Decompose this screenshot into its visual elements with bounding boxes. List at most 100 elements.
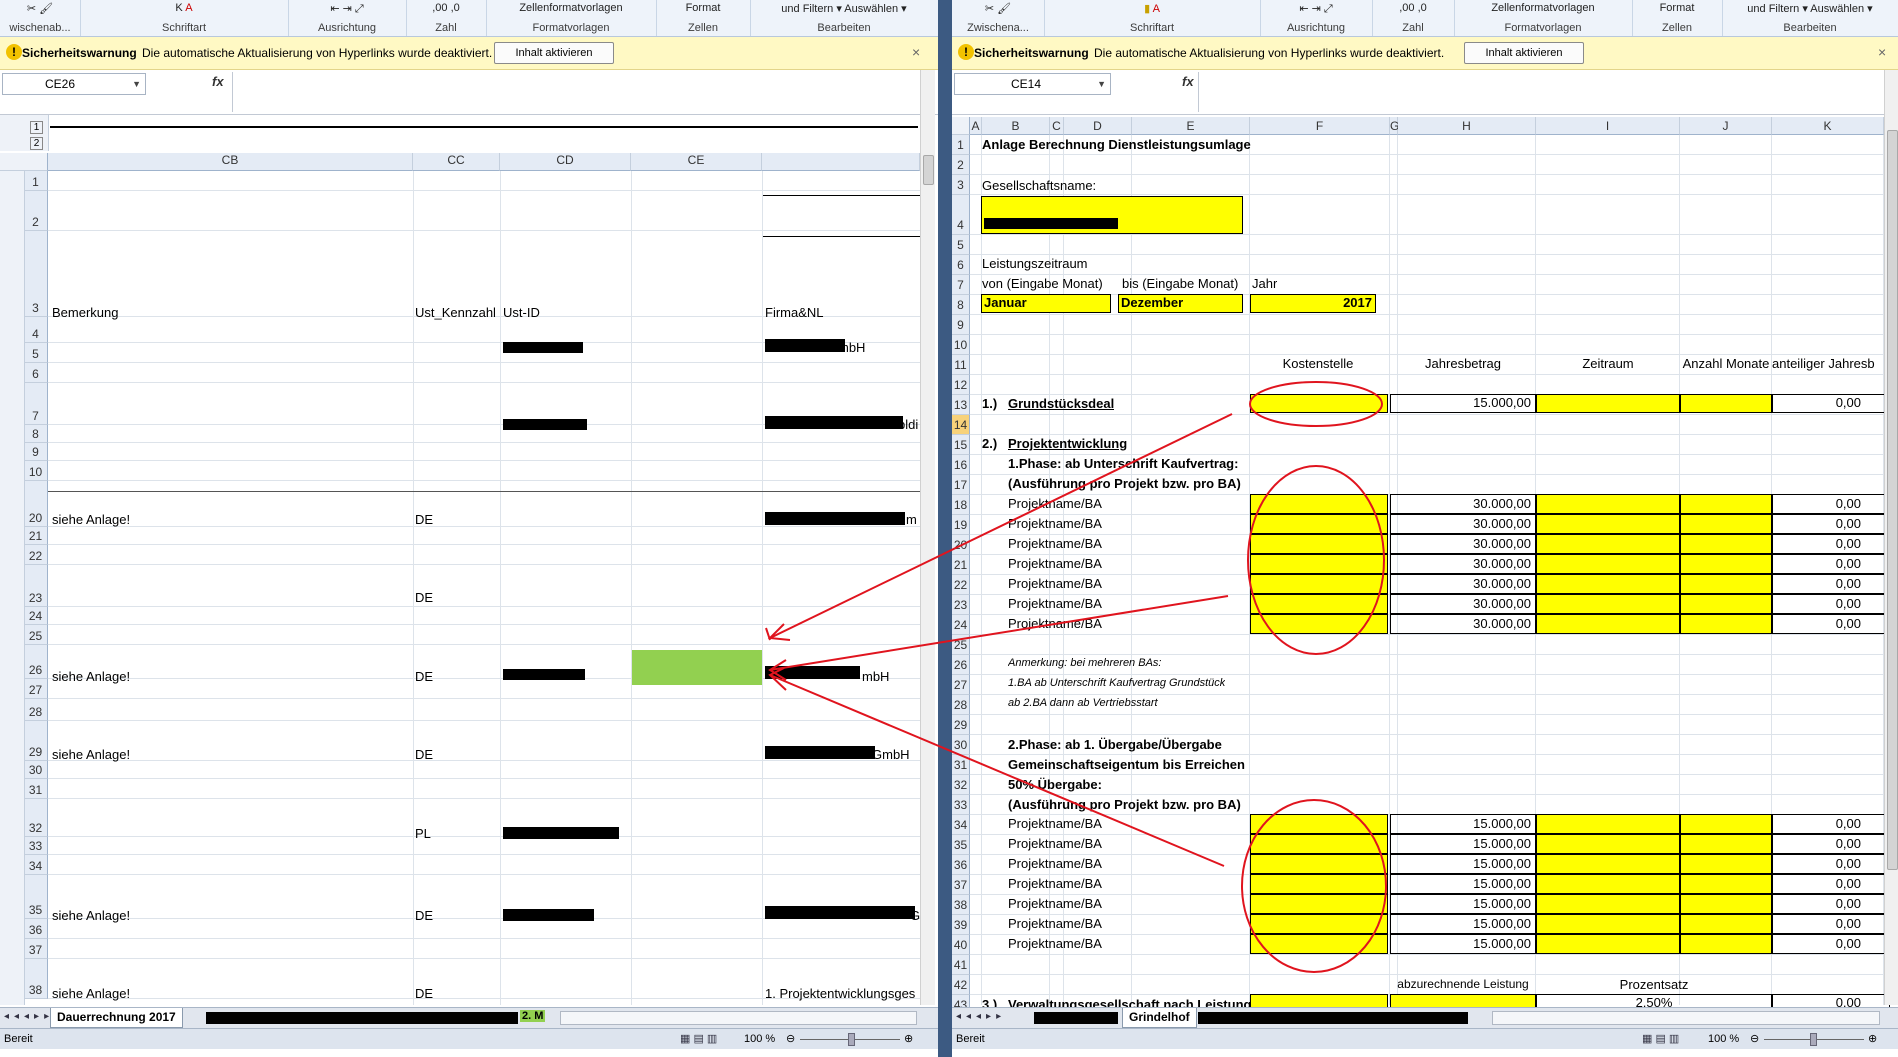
phase1-title[interactable]: 1.Phase: ab Unterschrift Kaufvertrag: [1008,456,1238,471]
ribbon-group-styles[interactable]: Zellenformatvorlagen Formatvorlagen [486,0,657,36]
anzahl-monate-input[interactable] [1680,594,1772,614]
bemerkung-cell[interactable]: siehe Anlage! [52,986,130,1001]
format-button[interactable]: Format [656,2,750,14]
phase2-title[interactable]: 2.Phase: ab 1. Übergabe/Übergabe [1008,737,1222,752]
row-header[interactable]: 27 [952,675,970,695]
row-header[interactable]: 17 [952,475,970,495]
sheet-tab-grindelhof[interactable]: Grindelhof [1122,1008,1197,1028]
row-header[interactable]: 24 [952,615,970,635]
row-header[interactable]: 23 [952,595,970,615]
ribbon-group-font[interactable]: ▮ A Schriftart [1044,0,1261,36]
format-button[interactable]: Format [1632,2,1722,14]
zeitraum-input[interactable] [1536,594,1680,614]
firma-cell[interactable]: GmbH [872,747,910,762]
row-header[interactable]: 41 [952,955,970,975]
chevron-down-icon[interactable]: ▼ [132,74,141,94]
header-jahresbetrag[interactable]: Jahresbetrag [1390,356,1536,371]
row-header[interactable]: 6 [24,363,48,383]
phase2-title[interactable]: Gemeinschaftseigentum bis Erreichen [1008,757,1245,772]
anzahl-monate-input[interactable] [1680,534,1772,554]
project-name-cell[interactable]: Projektname/BA [1008,876,1102,891]
project-name-cell[interactable]: Projektname/BA [1008,936,1102,951]
year-label[interactable]: Jahr [1252,276,1277,291]
header-ust-id[interactable]: Ust-ID [503,305,540,320]
jahresbetrag-cell[interactable]: 30.000,00 [1390,534,1536,554]
zoom-out-icon[interactable]: ⊖ [1750,1029,1759,1049]
result-cell[interactable]: 0,00 [1772,614,1890,634]
scroll-thumb[interactable] [923,155,934,185]
enable-content-button[interactable]: Inhalt aktivieren [494,42,614,64]
sheet-tab-dauerrechnung[interactable]: Dauerrechnung 2017 [50,1008,183,1028]
chevron-down-icon[interactable]: ▼ [1097,74,1106,94]
project-name-cell[interactable]: Projektname/BA [1008,516,1102,531]
kostenstelle-input[interactable] [1250,514,1388,534]
project-name-cell[interactable]: Projektname/BA [1008,856,1102,871]
zeitraum-input[interactable] [1536,394,1680,413]
result-cell[interactable]: 0,00 [1772,554,1890,574]
zeitraum-input[interactable] [1536,874,1680,894]
sort-filter-button[interactable]: und Filtern [1747,3,1799,15]
kostenstelle-input[interactable] [1250,894,1388,914]
row-header[interactable]: 20 [24,481,48,527]
project-name-cell[interactable]: Projektname/BA [1008,536,1102,551]
ust-kennzahl-cell[interactable]: DE [415,512,433,527]
zeitraum-input[interactable] [1536,614,1680,634]
jahresbetrag-cell[interactable]: 30.000,00 [1390,514,1536,534]
select-button[interactable]: Auswählen [844,3,898,15]
row-header[interactable]: 31 [24,779,48,799]
horizontal-scrollbar[interactable] [560,1011,917,1025]
row-header[interactable]: 10 [24,461,48,481]
column-header[interactable]: B [982,117,1050,135]
row-header[interactable]: 9 [24,443,48,461]
horizontal-scrollbar[interactable] [1492,1011,1880,1025]
row-header[interactable]: 24 [24,607,48,625]
row-header[interactable]: 5 [24,343,48,363]
result-cell[interactable]: 0,00 [1772,534,1890,554]
zeitraum-input[interactable] [1536,554,1680,574]
jahresbetrag-cell[interactable]: 30.000,00 [1390,594,1536,614]
sort-filter-button[interactable]: und Filtern [781,3,833,15]
zoom-level[interactable]: 100 % [744,1029,775,1049]
ribbon-group-editing[interactable]: und Filtern ▾ Auswählen ▾ Bearbeiten [750,0,938,36]
jahresbetrag-cell[interactable]: 15.000,00 [1390,394,1536,413]
ribbon-group-clipboard[interactable]: ✂ 🖌 wischenab... [0,0,81,36]
sheet-tab[interactable]: 2. M [520,1010,546,1022]
ribbon-group-cells[interactable]: Format Zellen [656,0,751,36]
to-month-input[interactable]: Dezember [1118,294,1243,313]
name-box[interactable]: CE26 ▼ [2,73,146,95]
jahresbetrag-cell[interactable]: 30.000,00 [1390,554,1536,574]
kostenstelle-input[interactable] [1250,574,1388,594]
column-header[interactable]: D [1064,117,1132,135]
phase1-subtitle[interactable]: (Ausführung pro Projekt bzw. pro BA) [1008,476,1241,491]
row-header[interactable]: 26 [24,645,48,679]
row-header[interactable]: 30 [952,735,970,755]
row-header[interactable]: 20 [952,535,970,555]
column-header[interactable] [762,153,920,171]
function-icon[interactable]: fx [1182,74,1194,89]
kostenstelle-input[interactable] [1250,394,1388,413]
result-cell[interactable]: 0,00 [1772,814,1890,834]
editing-buttons[interactable]: und Filtern ▾ Auswählen ▾ [1722,2,1898,15]
scroll-thumb[interactable] [1887,130,1898,870]
zoom-in-icon[interactable]: ⊕ [1868,1029,1877,1049]
anzahl-monate-input[interactable] [1680,934,1772,954]
row-header[interactable]: 39 [952,915,970,935]
row-header[interactable]: 8 [952,295,970,315]
view-icons[interactable]: ▦ ▤ ▥ [1642,1029,1679,1049]
row-header[interactable]: 27 [24,679,48,699]
to-label[interactable]: bis (Eingabe Monat) [1122,276,1238,291]
row-header[interactable]: 26 [952,655,970,675]
column-header[interactable]: F [1250,117,1390,135]
row-header[interactable]: 2 [952,155,970,175]
phase2-title[interactable]: 50% Übergabe: [1008,777,1102,792]
row-header[interactable]: 33 [952,795,970,815]
row-header[interactable]: 5 [952,235,970,255]
view-icons[interactable]: ▦ ▤ ▥ [680,1029,717,1049]
row-header[interactable]: 3 [952,175,970,195]
project-name-cell[interactable]: Projektname/BA [1008,836,1102,851]
kostenstelle-input[interactable] [1250,614,1388,634]
zeitraum-input[interactable] [1536,574,1680,594]
zeitraum-input[interactable] [1536,854,1680,874]
anzahl-monate-input[interactable] [1680,514,1772,534]
row-header[interactable]: 38 [24,959,48,999]
